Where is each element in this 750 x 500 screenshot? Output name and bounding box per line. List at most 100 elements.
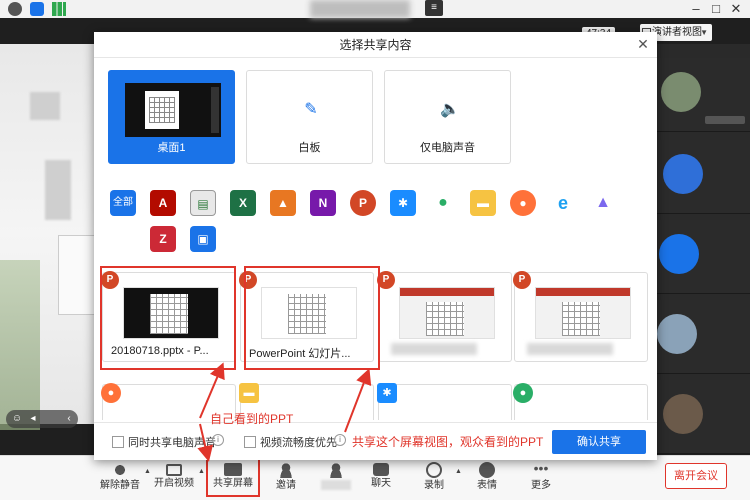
window-card-ppt-3[interactable]: P — [377, 271, 512, 362]
ribbon-preview — [400, 288, 494, 296]
minimize-icon[interactable]: – — [688, 1, 704, 17]
prev-icon[interactable]: ◂ — [26, 412, 40, 426]
app-window-icon[interactable]: ▤ — [190, 190, 216, 216]
share-audio-label: 同时共享电脑声音 — [128, 437, 216, 449]
window-preview — [535, 287, 631, 339]
chat-button[interactable]: 聊天 — [357, 460, 405, 500]
confirm-share-button[interactable]: 确认共享 — [552, 430, 646, 454]
avatar — [657, 314, 697, 354]
blurred-region — [45, 160, 71, 220]
window-titlebar: ≡ – □ ✕ — [0, 0, 750, 18]
blurred-region — [30, 92, 60, 120]
folder-icon: ▬ — [239, 383, 259, 403]
chart-preview — [149, 97, 175, 123]
blurred-window-title — [391, 343, 477, 355]
dingtalk-icon[interactable]: ✱ — [390, 190, 416, 216]
menu-icon[interactable]: ≡ — [425, 0, 443, 16]
window-preview — [399, 287, 495, 339]
dialog-title: 选择共享内容 — [94, 32, 657, 58]
chevron-down-icon: ▼ — [700, 28, 708, 37]
chat-icon — [373, 463, 389, 476]
chevron-up-icon[interactable]: ▲ — [455, 468, 462, 475]
start-video-button[interactable]: 开启视频 — [150, 460, 198, 500]
close-icon[interactable]: ✕ — [728, 1, 744, 17]
wechat-icon: ● — [513, 383, 533, 403]
onenote-icon[interactable]: N — [310, 190, 336, 216]
wechat-icon[interactable]: ● — [430, 190, 456, 216]
more-icon: ••• — [533, 460, 549, 476]
more-button[interactable]: ••• 更多 — [517, 460, 565, 500]
participant-name-blurred — [705, 116, 745, 124]
window-card-ppt-4[interactable]: P — [513, 271, 648, 362]
maximize-icon[interactable]: □ — [708, 1, 724, 17]
annotation-audience-view: 共享这个屏幕视图，观众看到的PPT — [352, 435, 544, 449]
participant-tile[interactable] — [655, 380, 750, 454]
record-button[interactable]: 录制 — [410, 460, 458, 500]
info-icon[interactable]: i — [212, 434, 224, 446]
signal-icon[interactable] — [52, 2, 66, 16]
blurred-window-title — [527, 343, 613, 355]
toolbar-preview — [211, 87, 219, 133]
window-card-wechat[interactable]: ● — [513, 383, 648, 420]
share-content-dialog: 选择共享内容 ✕ 桌面1 ✎ 白板 🔈 仅电脑声音 全部 A ▤ X ▲ N P… — [94, 32, 657, 460]
filter-all-button[interactable]: 全部 — [110, 190, 136, 216]
video-smooth-label: 视频流畅度优先 — [260, 437, 337, 449]
close-icon[interactable]: ✕ — [635, 36, 651, 52]
powerpoint-icon: P — [513, 271, 531, 289]
invite-icon — [277, 462, 295, 478]
option-desktop[interactable]: 桌面1 — [108, 70, 235, 164]
participant-tile[interactable] — [655, 220, 750, 294]
share-audio-checkbox[interactable] — [112, 436, 124, 448]
highlight-own-ppt — [100, 266, 236, 370]
option-computer-audio[interactable]: 🔈 仅电脑声音 — [384, 70, 511, 164]
option-whiteboard[interactable]: ✎ 白板 — [246, 70, 373, 164]
info-icon[interactable] — [8, 2, 22, 16]
ribbon-preview — [536, 288, 630, 296]
avatar — [661, 72, 701, 112]
participant-tile[interactable] — [655, 58, 750, 132]
participant-tile[interactable] — [655, 140, 750, 214]
avatar — [663, 394, 703, 434]
mic-muted-icon — [111, 462, 129, 478]
shield-icon[interactable] — [30, 2, 44, 16]
meeting-toolbar: 解除静音 ▲ 开启视频 ▲ 共享屏幕 邀请 聊天 录制 ▲ 表情 ••• 更多 — [0, 455, 750, 500]
folder-icon[interactable]: ▬ — [470, 190, 496, 216]
emoji-button[interactable]: 表情 — [463, 460, 511, 500]
triangle-app-icon[interactable]: ▲ — [590, 190, 616, 216]
participant-tile[interactable] — [655, 300, 750, 374]
window-card-dingtalk[interactable]: ✱ — [377, 383, 512, 420]
acrobat-icon[interactable]: A — [150, 190, 176, 216]
pen-icon: ✎ — [304, 101, 318, 118]
slide-controls[interactable]: ☺ ◂ ‹ — [6, 410, 78, 428]
camera-off-icon — [166, 464, 182, 476]
video-smooth-checkbox[interactable] — [244, 436, 256, 448]
highlight-audience-ppt — [244, 266, 380, 370]
record-icon — [426, 462, 442, 478]
firefox-icon[interactable]: ● — [510, 190, 536, 216]
slide-page-preview — [562, 302, 600, 336]
slide-page-preview — [426, 302, 464, 336]
brain-sketch-image — [58, 235, 96, 315]
participants-icon — [327, 462, 345, 478]
leave-meeting-button[interactable]: 离开会议 — [665, 463, 727, 489]
plant-image — [0, 260, 40, 430]
invite-button[interactable]: 邀请 — [262, 460, 310, 500]
avatar — [663, 154, 703, 194]
chevron-up-icon[interactable]: ▲ — [198, 468, 205, 475]
unmute-button[interactable]: 解除静音 — [96, 460, 144, 500]
excel-icon[interactable]: X — [230, 190, 256, 216]
zotero-icon[interactable]: Z — [150, 226, 176, 252]
participants-button[interactable] — [312, 460, 360, 500]
next-icon[interactable]: ‹ — [62, 412, 76, 426]
matlab-icon[interactable]: ▲ — [270, 190, 296, 216]
view-label: 演讲者视图 — [652, 27, 702, 38]
smile-icon[interactable]: ☺ — [10, 412, 24, 426]
annotation-own-view: 自己看到的PPT — [210, 412, 294, 426]
firefox-icon: ● — [101, 383, 121, 403]
info-icon[interactable]: i — [334, 434, 346, 446]
share-button-highlight — [206, 456, 260, 497]
ie-icon[interactable]: e — [550, 190, 576, 216]
avatar — [659, 234, 699, 274]
blue-window-icon[interactable]: ▣ — [190, 226, 216, 252]
powerpoint-icon[interactable]: P — [350, 190, 376, 216]
